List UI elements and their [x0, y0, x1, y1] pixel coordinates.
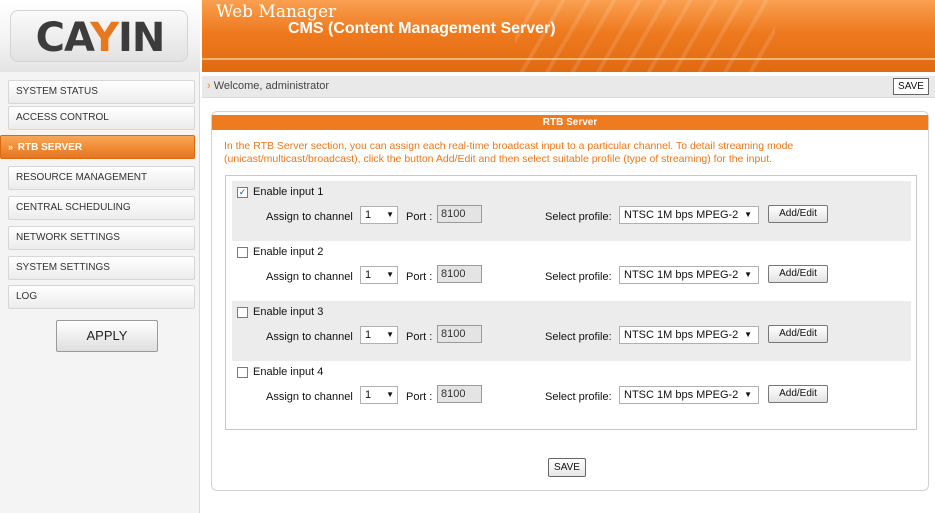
port-field-1[interactable]: 8100	[437, 205, 482, 223]
dropdown-arrow-icon: ▼	[386, 270, 394, 279]
dropdown-arrow-icon: ▼	[744, 210, 752, 219]
enable-input-2-checkbox[interactable]	[237, 247, 248, 258]
app-subtitle: CMS (Content Management Server)	[288, 20, 556, 37]
title-banner: Web Manager CMS (Content Management Serv…	[202, 0, 935, 72]
chevron-right-icon: ›	[207, 80, 211, 92]
assign-label: Assign to channel	[266, 211, 353, 223]
sidebar: SYSTEM STATUS ACCESS CONTROL » RTB SERVE…	[0, 72, 200, 513]
profile-select-3[interactable]: NTSC 1M bps MPEG-2 ▼	[619, 326, 759, 344]
profile-label: Select profile:	[545, 331, 612, 343]
enable-input-3-checkbox[interactable]	[237, 307, 248, 318]
sidebar-item-label: SYSTEM STATUS	[16, 86, 98, 97]
profile-label: Select profile:	[545, 271, 612, 283]
sidebar-item-system-status[interactable]: SYSTEM STATUS	[8, 80, 195, 104]
panel-title: RTB Server	[212, 115, 928, 130]
dropdown-arrow-icon: ▼	[386, 330, 394, 339]
input-row-4: Enable input 4 Assign to channel 1 ▼ Port…	[232, 361, 911, 421]
sidebar-item-label: SYSTEM SETTINGS	[16, 262, 110, 273]
channel-select-4[interactable]: 1 ▼	[360, 386, 398, 404]
sidebar-item-access-control[interactable]: ACCESS CONTROL	[8, 106, 195, 130]
dropdown-arrow-icon: ▼	[386, 210, 394, 219]
rtb-server-panel: RTB Server In the RTB Server section, yo…	[211, 111, 929, 491]
port-field-2[interactable]: 8100	[437, 265, 482, 283]
profile-select-2[interactable]: NTSC 1M bps MPEG-2 ▼	[619, 266, 759, 284]
sidebar-item-label: ACCESS CONTROL	[16, 112, 109, 123]
add-edit-button-3[interactable]: Add/Edit	[768, 325, 828, 343]
dropdown-arrow-icon: ▼	[744, 270, 752, 279]
port-field-4[interactable]: 8100	[437, 385, 482, 403]
channel-select-3[interactable]: 1 ▼	[360, 326, 398, 344]
add-edit-button-2[interactable]: Add/Edit	[768, 265, 828, 283]
assign-label: Assign to channel	[266, 271, 353, 283]
enable-input-4-label: Enable input 4	[253, 366, 324, 378]
add-edit-button-1[interactable]: Add/Edit	[768, 205, 828, 223]
sidebar-item-log[interactable]: LOG	[8, 285, 195, 309]
add-edit-button-4[interactable]: Add/Edit	[768, 385, 828, 403]
sidebar-item-label: RESOURCE MANAGEMENT	[16, 172, 148, 183]
apply-button[interactable]: APPLY	[56, 320, 158, 352]
intro-text: In the RTB Server section, you can assig…	[224, 140, 794, 165]
save-button[interactable]: SAVE	[548, 458, 586, 477]
sidebar-item-system-settings[interactable]: SYSTEM SETTINGS	[8, 256, 195, 280]
inputs-box: ✓ Enable input 1 Assign to channel 1 ▼ Po…	[225, 175, 917, 430]
sidebar-item-central-scheduling[interactable]: CENTRAL SCHEDULING	[8, 196, 195, 220]
header: CAYIN Web Manager CMS (Content Managemen…	[0, 0, 935, 72]
sidebar-item-label: LOG	[16, 291, 38, 302]
profile-select-4[interactable]: NTSC 1M bps MPEG-2 ▼	[619, 386, 759, 404]
cayin-logo: CAYIN	[10, 10, 188, 62]
banner-divider	[202, 58, 935, 60]
app-title: Web Manager	[216, 2, 337, 22]
input-row-1: ✓ Enable input 1 Assign to channel 1 ▼ Po…	[232, 181, 911, 241]
top-save-button[interactable]: SAVE	[893, 78, 929, 95]
port-label: Port :	[406, 211, 433, 223]
enable-input-3-label: Enable input 3	[253, 306, 324, 318]
profile-select-1[interactable]: NTSC 1M bps MPEG-2 ▼	[619, 206, 759, 224]
welcome-bar: › Welcome, administrator SAVE	[202, 76, 935, 98]
assign-label: Assign to channel	[266, 391, 353, 403]
channel-select-2[interactable]: 1 ▼	[360, 266, 398, 284]
assign-label: Assign to channel	[266, 331, 353, 343]
enable-input-1-label: Enable input 1	[253, 186, 324, 198]
sidebar-item-label: RTB SERVER	[17, 142, 83, 153]
welcome-message: Welcome, administrator	[213, 80, 330, 92]
dropdown-arrow-icon: ▼	[386, 390, 394, 399]
dropdown-arrow-icon: ▼	[744, 390, 752, 399]
port-label: Port :	[406, 271, 433, 283]
enable-input-4-checkbox[interactable]	[237, 367, 248, 378]
input-row-3: Enable input 3 Assign to channel 1 ▼ Port…	[232, 301, 911, 361]
dropdown-arrow-icon: ▼	[744, 330, 752, 339]
sidebar-item-resource-management[interactable]: RESOURCE MANAGEMENT	[8, 166, 195, 190]
channel-select-1[interactable]: 1 ▼	[360, 206, 398, 224]
sidebar-item-label: CENTRAL SCHEDULING	[16, 202, 131, 213]
profile-label: Select profile:	[545, 391, 612, 403]
sidebar-item-rtb-server[interactable]: » RTB SERVER	[0, 135, 195, 159]
port-label: Port :	[406, 331, 433, 343]
sidebar-item-label: NETWORK SETTINGS	[16, 232, 120, 243]
input-row-2: Enable input 2 Assign to channel 1 ▼ Port…	[232, 241, 911, 301]
profile-label: Select profile:	[545, 211, 612, 223]
double-chevron-icon: »	[8, 142, 14, 152]
enable-input-2-label: Enable input 2	[253, 246, 324, 258]
logo-area: CAYIN	[0, 0, 200, 72]
sidebar-item-network-settings[interactable]: NETWORK SETTINGS	[8, 226, 195, 250]
enable-input-1-checkbox[interactable]: ✓	[237, 187, 248, 198]
port-label: Port :	[406, 391, 433, 403]
port-field-3[interactable]: 8100	[437, 325, 482, 343]
